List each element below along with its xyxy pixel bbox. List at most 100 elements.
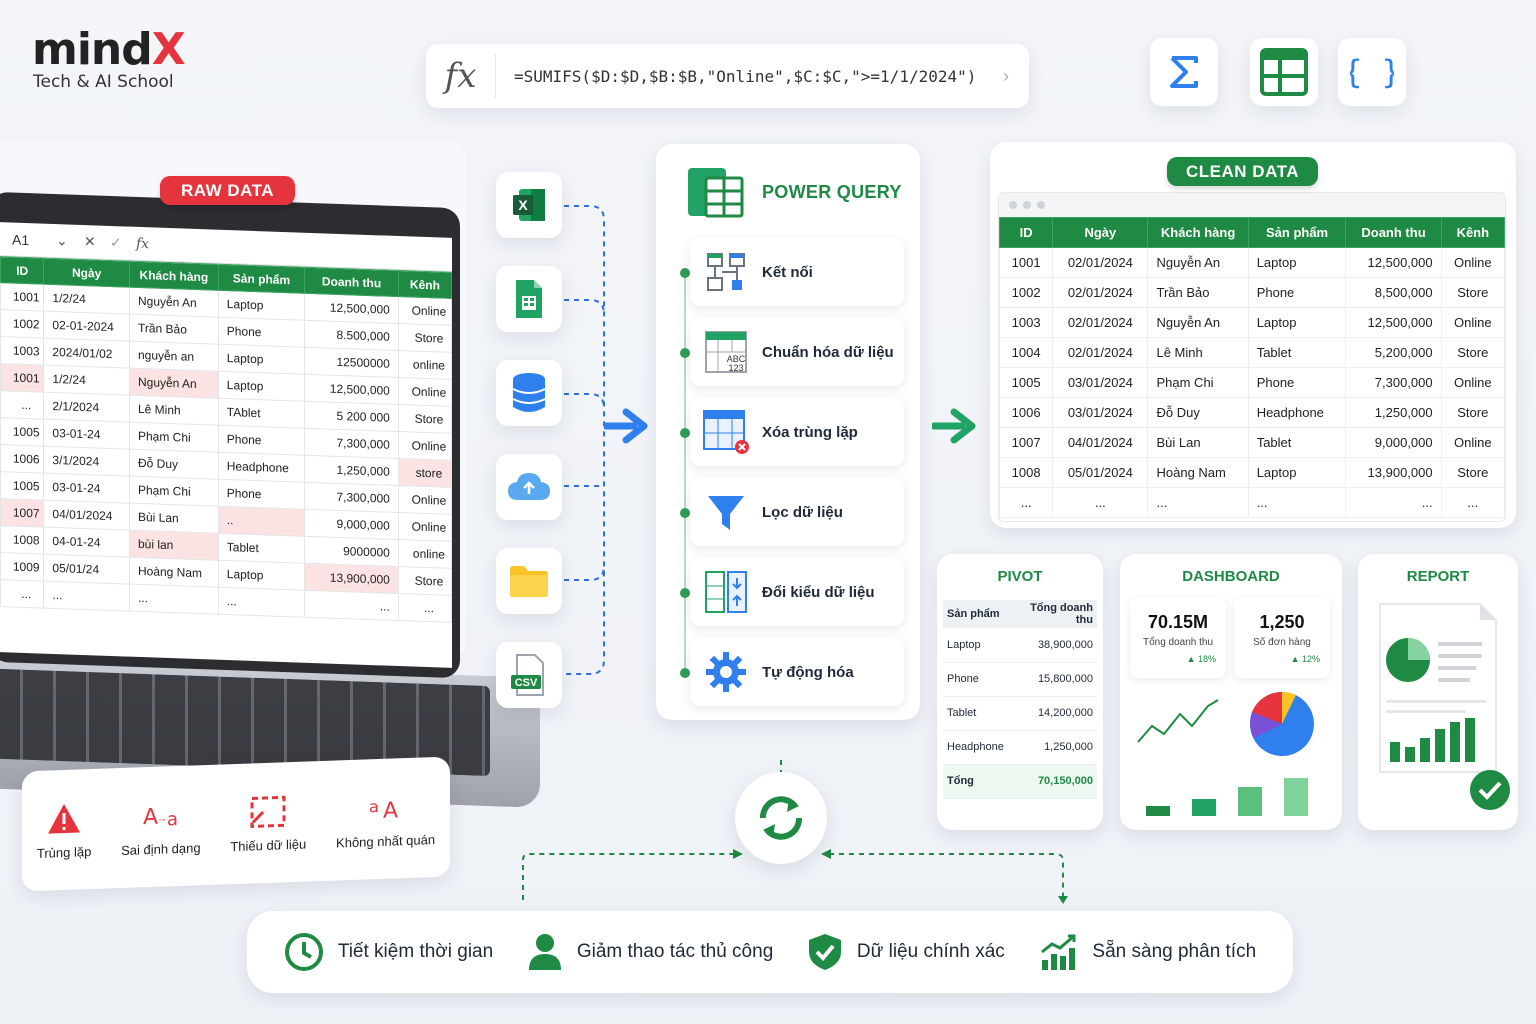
database-icon[interactable] [496,360,562,426]
table-cell[interactable]: Store [1440,397,1505,428]
table-cell[interactable]: Đỗ Duy [1147,397,1249,428]
table-cell[interactable]: ... [0,579,44,609]
table-cell[interactable]: ... [1345,487,1442,518]
table-cell[interactable]: 04-01-24 [43,527,130,558]
column-header[interactable]: Doanh thu [304,267,399,297]
table-cell[interactable]: Phone [218,317,305,348]
formula-bar[interactable]: fx =SUMIFS($D:$D,$B:$B,"Online",$C:$C,">… [426,44,1029,108]
table-cell[interactable]: 1002 [0,309,44,339]
table-cell[interactable]: Bùi Lan [1147,427,1249,458]
table-cell[interactable]: ... [398,593,452,623]
table-row[interactable]: 1004 02/01/2024 Lê Minh Tablet 5,200,000 Stor… [999,337,1505,368]
table-cell[interactable]: Nguyễn An [129,368,219,399]
dashboard-card[interactable]: DASHBOARD 70.15M Tổng doanh thu ▲ 18% 1,… [1120,554,1342,830]
column-header[interactable]: ID [999,217,1054,248]
table-cell[interactable]: 7,300,000 [304,482,399,513]
table-cell[interactable]: 1,250,000 [1345,397,1442,428]
table-cell[interactable]: 03/01/2024 [1052,397,1149,428]
table-cell[interactable]: 7,300,000 [1345,367,1442,398]
table-cell[interactable]: 02/01/2024 [1052,337,1149,368]
table-cell[interactable]: 1,250,000 [304,455,399,486]
table-cell[interactable]: Laptop [1247,457,1347,488]
column-header[interactable]: Kênh [1440,217,1505,248]
column-header[interactable]: Sản phẩm [218,264,305,294]
table-cell[interactable]: 1008 [0,525,44,555]
table-cell[interactable]: Store [398,323,452,353]
column-header[interactable]: Khách hàng [129,261,219,291]
table-cell[interactable]: 1004 [999,337,1054,368]
table-cell[interactable]: Store [1440,337,1505,368]
formula-text[interactable]: =SUMIFS($D:$D,$B:$B,"Online",$C:$C,">=1/… [496,67,1003,86]
table-cell[interactable]: 03-01-24 [43,473,130,504]
table-cell[interactable]: 9,000,000 [1345,427,1442,458]
table-cell[interactable]: Tablet [1247,427,1347,458]
table-cell[interactable]: Nguyễn An [1147,307,1249,338]
table-cell[interactable]: 2024/01/02 [43,338,130,369]
table-cell[interactable]: ... [1052,487,1149,518]
table-cell[interactable]: 3/1/2024 [43,446,130,477]
table-cell[interactable]: 8,500,000 [1345,277,1442,308]
table-row[interactable]: 1005 03/01/2024 Phạm Chi Phone 7,300,000 Onli… [999,367,1505,398]
column-header[interactable]: Ngày [1052,217,1149,248]
table-cell[interactable]: 02/01/2024 [1052,307,1149,338]
table-cell[interactable]: Phạm Chi [129,476,219,507]
table-cell[interactable]: Lê Minh [129,395,219,426]
table-cell[interactable]: Nguyễn An [129,287,219,318]
table-cell[interactable]: Online [1440,367,1505,398]
table-cell[interactable]: online [398,350,452,380]
table-cell[interactable]: Hoàng Nam [1147,457,1249,488]
table-cell[interactable]: 12,500,000 [304,293,399,324]
table-cell[interactable]: ... [218,587,305,618]
pq-step-filter[interactable]: Lọc dữ liệu [690,478,904,546]
table-cell[interactable]: 1002 [999,277,1054,308]
csv-icon[interactable]: CSV [496,642,562,708]
table-cell[interactable]: Store [1440,457,1505,488]
google-sheets-icon[interactable] [496,266,562,332]
table-cell[interactable]: 7,300,000 [304,428,399,459]
table-cell[interactable]: ... [1440,487,1505,518]
table-cell[interactable]: 13,900,000 [1345,457,1442,488]
table-cell[interactable]: ... [43,581,130,612]
column-header[interactable]: Khách hàng [1147,217,1249,248]
table-cell[interactable]: 04/01/2024 [43,500,130,531]
table-cell[interactable]: 02-01-2024 [43,311,130,342]
table-cell[interactable]: ... [129,584,219,615]
table-row[interactable]: 1008 05/01/2024 Hoàng Nam Laptop 13,900,000 S… [999,457,1505,488]
pq-step-remove-duplicates[interactable]: Xóa trùng lặp [690,398,904,466]
sigma-icon[interactable] [1150,38,1218,106]
pq-step-automate[interactable]: Tự động hóa [690,638,904,706]
table-cell[interactable]: Laptop [1247,247,1347,278]
table-cell[interactable]: 12,500,000 [1345,307,1442,338]
table-cell[interactable]: Laptop [1247,307,1347,338]
table-cell[interactable]: Online [398,431,452,461]
table-cell[interactable]: 12,500,000 [1345,247,1442,278]
table-cell[interactable]: 05/01/2024 [1052,457,1149,488]
table-cell[interactable]: Trần Bảo [129,314,219,345]
pq-step-standardize[interactable]: ABC 123 Chuẩn hóa dữ liệu [690,318,904,386]
table-cell[interactable]: Bùi Lan [129,503,219,534]
braces-icon[interactable]: { } [1338,38,1406,106]
table-cell[interactable]: 1005 [0,417,44,447]
table-cell[interactable]: 12,500,000 [304,374,399,405]
table-cell[interactable]: Laptop [218,371,305,402]
table-icon[interactable] [1250,38,1318,106]
table-cell[interactable]: 12500000 [304,347,399,378]
report-card[interactable]: REPORT [1358,554,1518,830]
table-cell[interactable]: ... [0,390,44,420]
table-cell[interactable]: Phone [218,479,305,510]
table-cell[interactable]: 1009 [0,552,44,582]
table-cell[interactable]: Online [1440,247,1505,278]
table-cell[interactable]: 1001 [999,247,1054,278]
table-cell[interactable]: Online [398,377,452,407]
table-row[interactable]: 1001 02/01/2024 Nguyễn An Laptop 12,500,000 O… [999,247,1505,278]
table-cell[interactable]: Online [398,512,452,542]
table-cell[interactable]: 9,000,000 [304,509,399,540]
table-cell[interactable]: Đỗ Duy [129,449,219,480]
table-cell[interactable]: 2/1/2024 [43,392,130,423]
table-cell[interactable]: 5 200 000 [304,401,399,432]
check-icon[interactable]: ✓ [110,234,136,252]
table-cell[interactable]: 02/01/2024 [1052,277,1149,308]
table-cell[interactable]: Store [398,404,452,434]
table-cell[interactable]: 9000000 [304,536,399,567]
table-cell[interactable]: ... [1247,487,1347,518]
